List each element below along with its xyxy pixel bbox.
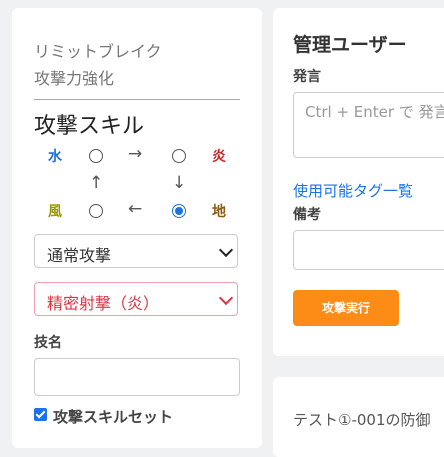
tags-list-link[interactable]: 使用可能タグ一覧 xyxy=(293,180,413,201)
arrow-up-icon: ↑ xyxy=(89,173,104,193)
skill-set-label: 攻撃スキルセット xyxy=(53,408,174,426)
notes-input[interactable] xyxy=(293,230,444,270)
radio-top-left[interactable] xyxy=(89,149,103,163)
precise-shot-select[interactable]: 精密射撃（炎） xyxy=(34,282,238,316)
attack-panel: リミットブレイク 攻撃力強化 攻撃スキル 水 → 炎 ↑ ↓ 風 ← 地 通常攻… xyxy=(12,8,262,448)
admin-panel: 管理ユーザー 発言 Ctrl + Enter で 発言 使用可能タグ一覧 備考 … xyxy=(273,8,444,356)
speech-textarea[interactable]: Ctrl + Enter で 発言 xyxy=(293,92,444,158)
arrow-right-icon: → xyxy=(128,144,143,164)
admin-title: 管理ユーザー xyxy=(293,34,407,56)
execute-attack-button[interactable]: 攻撃実行 xyxy=(293,290,399,326)
element-wind-label: 風 xyxy=(48,204,62,220)
speech-placeholder: Ctrl + Enter で 発言 xyxy=(305,103,444,121)
log-panel: テスト①-001の防御 xyxy=(273,377,444,457)
precise-shot-value: 精密射撃（炎） xyxy=(47,294,160,313)
element-water-label: 水 xyxy=(48,149,62,165)
radio-bottom-left[interactable] xyxy=(89,204,103,218)
attack-type-value: 通常攻撃 xyxy=(47,246,112,265)
arrow-left-icon: ← xyxy=(128,199,143,219)
radio-top-right[interactable] xyxy=(172,149,186,163)
skill-set-checkbox[interactable] xyxy=(34,408,47,421)
notes-label: 備考 xyxy=(293,207,321,223)
speech-label: 発言 xyxy=(293,69,321,85)
skill-name-input[interactable] xyxy=(34,358,240,396)
element-earth-label: 地 xyxy=(212,204,226,220)
chevron-down-icon xyxy=(218,242,234,258)
limit-break-text: リミットブレイク xyxy=(34,42,162,61)
attack-type-select[interactable]: 通常攻撃 xyxy=(34,234,238,268)
attack-skill-title: 攻撃スキル xyxy=(34,114,145,139)
radio-bottom-right[interactable] xyxy=(172,204,186,218)
arrow-down-icon: ↓ xyxy=(172,173,187,193)
attack-up-text: 攻撃力強化 xyxy=(34,69,115,88)
log-text: テスト①-001の防御 xyxy=(293,411,431,429)
skill-name-label: 技名 xyxy=(34,335,62,351)
element-fire-label: 炎 xyxy=(212,149,226,165)
divider xyxy=(34,99,240,100)
chevron-down-icon xyxy=(218,290,234,306)
